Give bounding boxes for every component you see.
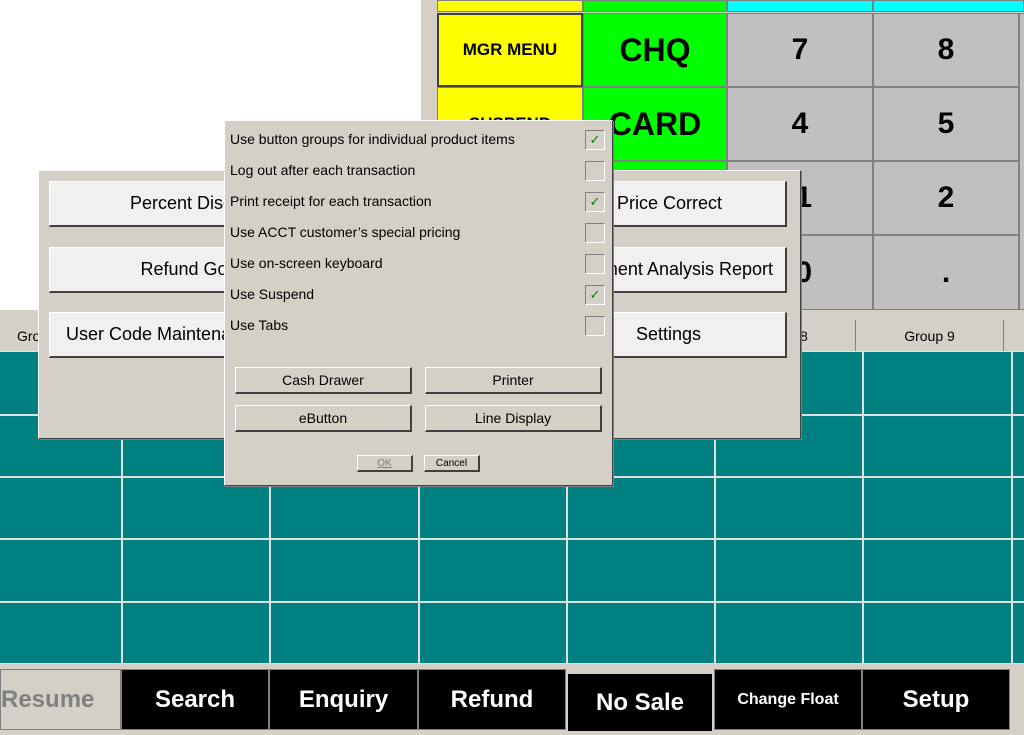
- change-float-button[interactable]: Change Float: [714, 669, 862, 730]
- product-grid-cell[interactable]: [863, 477, 1012, 539]
- product-grid-cell[interactable]: [0, 539, 122, 602]
- ok-button[interactable]: OK: [357, 455, 413, 472]
- option-label: Log out after each transaction: [230, 162, 416, 178]
- product-grid-cell[interactable]: [863, 351, 1012, 415]
- key-8[interactable]: 8: [873, 13, 1019, 87]
- search-button[interactable]: Search: [121, 669, 269, 730]
- check-icon: ✓: [589, 132, 601, 147]
- line-display-button[interactable]: Line Display: [425, 405, 602, 432]
- no-sale-button[interactable]: No Sale: [566, 672, 714, 733]
- option-checkbox[interactable]: [585, 254, 605, 274]
- option-label: Use ACCT customer’s special pricing: [230, 224, 461, 240]
- enquiry-button[interactable]: Enquiry: [269, 669, 418, 730]
- key-partial-green[interactable]: [583, 0, 727, 12]
- product-grid-cell[interactable]: [0, 477, 122, 539]
- key-partial-yellow[interactable]: [437, 0, 583, 12]
- option-checkbox[interactable]: ✓: [585, 285, 605, 305]
- cancel-button[interactable]: Cancel: [424, 455, 480, 472]
- key-7[interactable]: 7: [727, 13, 873, 87]
- product-grid-cell[interactable]: [270, 477, 419, 539]
- key-2[interactable]: 2: [873, 161, 1019, 235]
- settings-dialog: Cash Drawer Printer eButton Line Display…: [224, 120, 613, 486]
- option-label: Print receipt for each transaction: [230, 193, 432, 209]
- option-label: Use button groups for individual product…: [230, 131, 515, 147]
- option-checkbox[interactable]: ✓: [585, 130, 605, 150]
- option-label: Use Suspend: [230, 286, 315, 302]
- option-checkbox[interactable]: [585, 161, 605, 181]
- key-partial-right[interactable]: [1019, 13, 1024, 310]
- product-grid-cell[interactable]: [567, 602, 715, 664]
- cash-drawer-button[interactable]: Cash Drawer: [235, 367, 412, 394]
- product-grid-cell[interactable]: [715, 602, 863, 664]
- product-grid-cell[interactable]: [863, 539, 1012, 602]
- key-partial-cyan[interactable]: [727, 0, 873, 12]
- product-grid-cell[interactable]: [270, 602, 419, 664]
- key-partial-cyan-2[interactable]: [873, 0, 1024, 12]
- check-icon: ✓: [589, 287, 601, 302]
- key-dot[interactable]: .: [873, 235, 1019, 310]
- product-grid-cell[interactable]: [567, 539, 715, 602]
- setup-button[interactable]: Setup: [862, 669, 1010, 730]
- product-grid-cell[interactable]: [863, 602, 1012, 664]
- product-grid-cell[interactable]: [1012, 539, 1024, 602]
- product-grid-cell[interactable]: [1012, 477, 1024, 539]
- product-grid-cell[interactable]: [715, 477, 863, 539]
- key-5[interactable]: 5: [873, 87, 1019, 161]
- check-icon: ✓: [589, 194, 601, 209]
- option-label: Use Tabs: [230, 317, 289, 333]
- printer-button[interactable]: Printer: [425, 367, 602, 394]
- product-grid-cell[interactable]: [122, 477, 270, 539]
- product-grid-cell[interactable]: [419, 539, 567, 602]
- product-grid-cell[interactable]: [122, 539, 270, 602]
- product-grid-cell[interactable]: [1012, 602, 1024, 664]
- product-grid-cell[interactable]: [1012, 415, 1024, 477]
- option-checkbox[interactable]: [585, 316, 605, 336]
- tab-group-9[interactable]: Group 9: [856, 320, 1004, 351]
- option-checkbox[interactable]: [585, 223, 605, 243]
- product-grid-cell[interactable]: [1012, 351, 1024, 415]
- key-4[interactable]: 4: [727, 87, 873, 161]
- resume-button[interactable]: Resume: [0, 669, 121, 730]
- product-grid-cell[interactable]: [567, 477, 715, 539]
- ebutton-button[interactable]: eButton: [235, 405, 412, 432]
- product-grid-cell[interactable]: [419, 602, 567, 664]
- product-grid-cell[interactable]: [419, 477, 567, 539]
- option-checkbox[interactable]: ✓: [585, 192, 605, 212]
- product-grid-cell[interactable]: [863, 415, 1012, 477]
- product-grid-cell[interactable]: [0, 602, 122, 664]
- product-grid-cell[interactable]: [270, 539, 419, 602]
- product-grid-cell[interactable]: [715, 539, 863, 602]
- mgr-menu-key[interactable]: MGR MENU: [437, 13, 583, 87]
- refund-button[interactable]: Refund: [418, 669, 566, 730]
- product-grid-cell[interactable]: [122, 602, 270, 664]
- chq-key[interactable]: CHQ: [583, 13, 727, 87]
- option-label: Use on-screen keyboard: [230, 255, 383, 271]
